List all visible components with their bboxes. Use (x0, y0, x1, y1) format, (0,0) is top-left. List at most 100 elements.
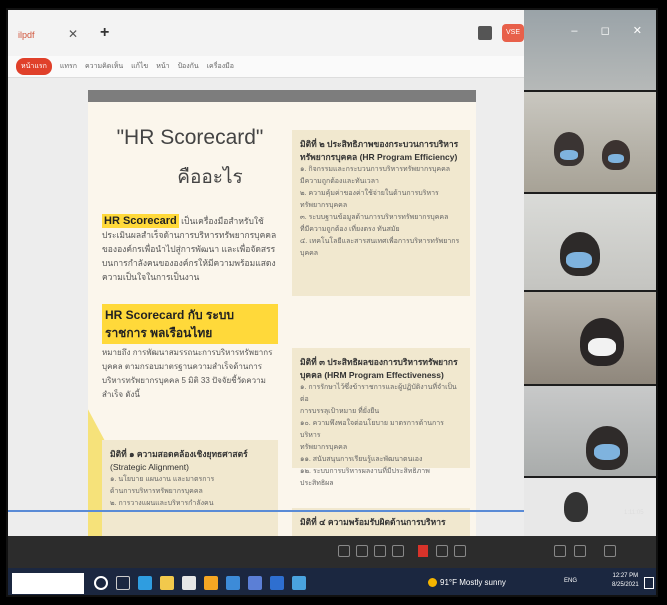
dimension3-line: ๑. การรักษาไว้ซึ่งข้าราชการและผู้ปฏิบัติ… (300, 384, 457, 403)
window-controls[interactable]: – ◻ ✕ (571, 24, 652, 37)
face-mask (588, 338, 616, 356)
camera-icon[interactable] (574, 545, 586, 557)
menu-item-tools[interactable]: เครื่องมือ (207, 61, 234, 72)
more-icon[interactable] (604, 545, 616, 557)
participant-video-strip: – ◻ ✕ 1:11:05 (524, 10, 656, 536)
dimension1-subtitle: (Strategic Alignment) (110, 462, 189, 472)
menu-item-home[interactable]: หน้าแรก (16, 58, 52, 75)
dimension3-line: ๑๐. ความพึงพอใจต่อนโยบาย มาตรการด้านการบ… (300, 420, 444, 439)
dimension2-line: ๑. กิจกรรมและกระบวนการบริหารทรัพยากรบุคค… (300, 166, 451, 173)
dimension1-title: มิติที่ ๑ ความสอดคล้องเชิงยุทธศาสตร์ (110, 449, 248, 459)
page-view-icon[interactable] (338, 545, 350, 557)
taskbar-search-input[interactable] (12, 573, 84, 594)
dimension2-line: ทรัพยากรบุคคล (300, 202, 348, 209)
face-mask (560, 150, 578, 160)
video-tile[interactable] (524, 292, 656, 384)
dimension3-line: ทรัพยากรบุคคล (300, 444, 348, 451)
dimension3-box: มิติที่ ๓ ประสิทธิผลของการบริหารทรัพยากร… (292, 348, 470, 487)
profile-badge[interactable]: VSE (502, 24, 524, 42)
ribbon-menu: หน้าแรก แทรก ความคิดเห็น แก้ไข หน้า ป้อง… (8, 56, 524, 78)
store-icon[interactable] (182, 576, 196, 590)
menu-item-page[interactable]: หน้า (156, 61, 169, 72)
dimension3-line: การบรรลุเป้าหมาย ที่ยั่งยืน (300, 408, 380, 415)
left-column: "HR Scorecard" คืออะไร HR Scorecard เป็น… (102, 120, 278, 402)
video-progress-line[interactable] (8, 510, 524, 512)
browser-tab-bar: ilpdf ✕ + VSE (8, 10, 524, 56)
dimension2-line: ๔. เทคโนโลยีและสารสนเทศเพื่อการบริหารทรั… (300, 238, 460, 245)
face-mask (566, 252, 592, 268)
clock-date: 8/25/2021 (612, 582, 639, 588)
weather-widget[interactable]: 91°F Mostly sunny (428, 578, 506, 588)
dimension4-title: มิติที่ ๔ ความพร้อมรับผิดด้านการบริหาร (300, 517, 446, 527)
participant-head (554, 132, 584, 166)
video-tile[interactable] (524, 92, 656, 192)
video-duration: 1:11:05 (624, 510, 644, 516)
monitor-frame: ilpdf ✕ + VSE หน้าแรก แทรก ความคิดเห็น แ… (0, 0, 667, 605)
zoom-out-icon[interactable] (436, 545, 448, 557)
clock-time: 12:27 PM (612, 573, 639, 579)
dimension2-line: ๒. ความคุ้มค่าของค่าใช้จ่ายในด้านการบริห… (300, 190, 439, 197)
menu-item-comment[interactable]: ความคิดเห็น (85, 61, 123, 72)
sun-icon (428, 578, 437, 588)
word-icon[interactable] (270, 576, 284, 590)
sticky-notes-icon[interactable] (204, 576, 218, 590)
notification-icon[interactable] (644, 577, 654, 589)
face-mask (608, 154, 624, 163)
participant-head (564, 492, 588, 522)
video-tile[interactable]: – ◻ ✕ (524, 10, 656, 90)
dimension2-line: มีความถูกต้องและทันเวลา (300, 178, 379, 185)
dimension3-line: ๑๒. ระบบการบริหารผลงานที่มีประสิทธิภาพ ป… (300, 468, 430, 487)
windows-taskbar: 91°F Mostly sunny ENG 12:27 PM 8/25/2021 (8, 568, 656, 595)
pdf-page: "HR Scorecard" คืออะไร HR Scorecard เป็น… (88, 90, 476, 536)
section2-heading: HR Scorecard กับ ระบบราชการ พลเรือนไทย (102, 304, 278, 344)
menu-item-protect[interactable]: ป้องกัน (178, 61, 199, 72)
dimension3-line: ๑๑. สนับสนุนการเรียนรู้และพัฒนาตนเอง (300, 456, 423, 463)
dimension2-box: มิติที่ ๒ ประสิทธิภาพของกระบวนการบริหารท… (292, 130, 470, 296)
teams-icon[interactable] (248, 576, 262, 590)
file-explorer-icon[interactable] (160, 576, 174, 590)
page-header-bar (88, 90, 476, 102)
task-view-icon[interactable] (116, 576, 130, 590)
extensions-icon[interactable] (478, 26, 492, 40)
dimension2-line: ที่มีความถูกต้อง เที่ยงตรง ทันสมัย (300, 226, 400, 233)
edge-icon[interactable] (138, 576, 152, 590)
dimension2-line: ๓. ระบบฐานข้อมูลด้านการบริหารทรัพยากรบุค… (300, 214, 449, 221)
menu-item-edit[interactable]: แก้ไข (131, 61, 148, 72)
screen: ilpdf ✕ + VSE หน้าแรก แทรก ความคิดเห็น แ… (6, 8, 658, 597)
menu-item-insert[interactable]: แทรก (60, 61, 77, 72)
record-icon[interactable] (418, 545, 428, 557)
dimension4-box: มิติที่ ๔ ความพร้อมรับผิดด้านการบริหาร (292, 508, 470, 536)
cortana-icon[interactable] (94, 576, 108, 590)
pen-icon[interactable] (554, 545, 566, 557)
dimension1-line: ๑. นโยบาย แผนงาน และมาตรการ (110, 476, 215, 483)
dimension1-line: ๒. การวางแผนและบริหารกำลังคน (110, 500, 214, 507)
section2-text: หมายถึง การพัฒนาสมรรถนะการบริหารทรัพยากร… (102, 348, 273, 399)
system-clock[interactable]: 12:27 PM 8/25/2021 (612, 572, 639, 590)
weather-text: 91°F Mostly sunny (440, 578, 506, 587)
dimension2-title: มิติที่ ๒ ประสิทธิภาพของกระบวนการบริหารท… (300, 139, 459, 162)
language-indicator[interactable]: ENG (564, 578, 577, 584)
intro-paragraph: HR Scorecard เป็นเครื่องมือสำหรับใช้ประเ… (102, 214, 278, 284)
scroll-view-icon[interactable] (392, 545, 404, 557)
dimension1-line: ด้านการบริหารทรัพยากรบุคคล (110, 488, 203, 495)
document-viewport[interactable]: "HR Scorecard" คืออะไร HR Scorecard เป็น… (8, 78, 524, 536)
page-subtitle: คืออะไร (177, 167, 243, 188)
page-title: "HR Scorecard" (116, 126, 264, 149)
dimension3-title: มิติที่ ๓ ประสิทธิผลของการบริหารทรัพยากร… (300, 357, 458, 380)
tab-close-icon[interactable]: ✕ (68, 27, 78, 41)
new-tab-icon[interactable]: + (100, 24, 109, 42)
intro-highlight: HR Scorecard (102, 214, 179, 228)
dimension1-box: มิติที่ ๑ ความสอดคล้องเชิงยุทธศาสตร์ (St… (102, 440, 278, 536)
face-mask (594, 444, 620, 460)
video-tile[interactable] (524, 194, 656, 290)
fit-page-icon[interactable] (356, 545, 368, 557)
tab-title[interactable]: ilpdf (18, 30, 35, 40)
photos-icon[interactable] (292, 576, 306, 590)
dimension2-line: บุคคล (300, 250, 319, 257)
two-page-icon[interactable] (374, 545, 386, 557)
video-tile[interactable] (524, 386, 656, 476)
video-tile[interactable] (524, 478, 656, 536)
viewer-toolbar (8, 536, 656, 568)
mail-icon[interactable] (226, 576, 240, 590)
zoom-in-icon[interactable] (454, 545, 466, 557)
